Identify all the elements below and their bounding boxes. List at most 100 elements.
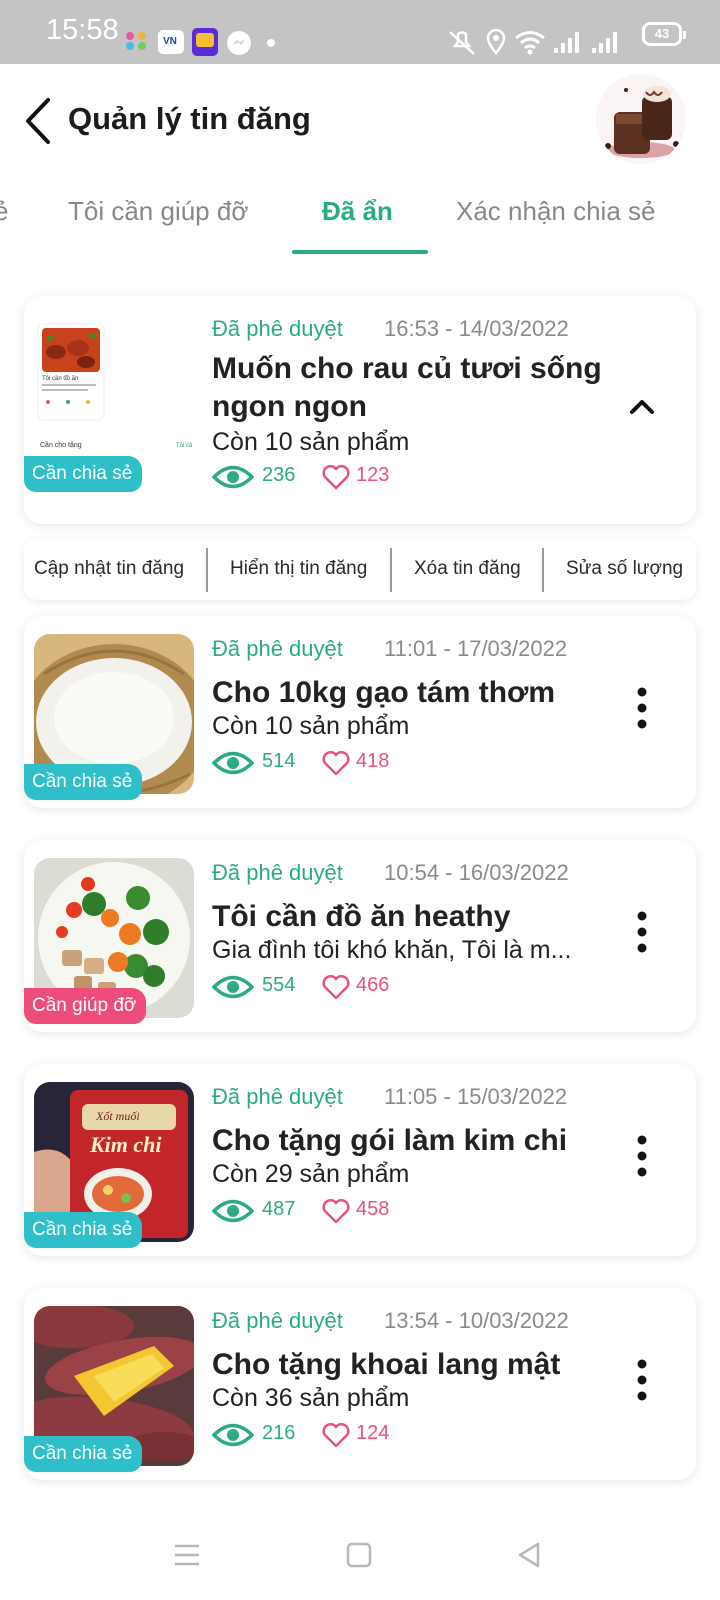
post-card[interactable]: Cần chia sẻ Đã phê duyệt 11:01 - 17/03/2… [24,616,696,808]
chevron-left-icon [26,98,50,144]
more-options-button[interactable] [624,1130,660,1182]
post-badge: Cần chia sẻ [24,1212,142,1248]
vn-app-icon: VN [158,30,184,54]
tab-hidden[interactable]: Đã ẩn [322,196,393,227]
eye-icon [212,751,254,775]
more-options-button[interactable] [624,1354,660,1406]
post-status: Đã phê duyệt [212,1084,343,1109]
post-card[interactable]: Xốt muối Kim chi Cần chia sẻ Đã phê duyệ… [24,1064,696,1256]
like-count: 466 [356,974,390,996]
like-count: 123 [356,464,390,486]
status-time: 15:58 [46,14,119,46]
post-title: Muốn cho rau củ tươi sống ngon ngon [212,352,602,423]
post-card[interactable]: Cần giúp đỡ Đã phê duyệt 10:54 - 16/03/2… [24,840,696,1032]
post-date: 13:54 - 10/03/2022 [384,1308,569,1333]
post-status: Đã phê duyệt [212,860,343,885]
page-title: Quản lý tin đăng [68,101,311,136]
eye-icon [212,1199,254,1223]
post-title: Cho 10kg gạo tám thơm [212,676,556,709]
post-date: 16:53 - 14/03/2022 [384,316,569,341]
chocolate-drink-avatar [596,74,686,164]
signal-icon [554,32,579,53]
recent-apps-icon[interactable] [172,1540,202,1570]
divider [390,548,392,592]
post-title: Cho tặng gói làm kim chi [212,1124,568,1157]
active-tab-indicator [292,250,428,254]
dot-icon [267,39,275,47]
post-status: Đã phê duyệt [212,316,343,341]
view-count: 487 [262,1198,296,1220]
more-vertical-icon [637,687,647,729]
wifi-icon [515,31,545,55]
post-screenshot-image: Tôi cần đồ ăn Cần cho tặng Tôi cả [34,314,194,474]
tab-need-help[interactable]: Tôi cần giúp đỡ [68,196,248,227]
avatar[interactable] [596,74,686,164]
more-vertical-icon [637,911,647,953]
view-count: 514 [262,750,296,772]
tab-confirm-share[interactable]: Xác nhận chia sẻ [456,196,655,227]
post-subtitle: Còn 10 sản phẩm [212,428,410,456]
post-subtitle: Còn 36 sản phẩm [212,1384,410,1412]
svg-text:VN: VN [163,36,177,47]
more-options-button[interactable] [624,682,660,734]
eye-icon [212,975,254,999]
post-action-bar: Cập nhật tin đăng Hiển thị tin đăng Xóa … [24,538,696,600]
post-subtitle: Còn 29 sản phẩm [212,1160,410,1188]
thumb-text: Tôi cần đồ ăn [42,376,78,382]
app-header: Quản lý tin đăng [0,64,720,184]
chevron-up-icon [630,400,654,414]
tab-partial[interactable]: ẻ [0,196,8,227]
like-count: 418 [356,750,390,772]
thumb-text: Kim chi [89,1132,162,1157]
tv-app-icon [192,28,218,56]
post-badge: Cần chia sẻ [24,764,142,800]
post-subtitle: Còn 10 sản phẩm [212,712,410,740]
edit-quantity-button[interactable]: Sửa số lượng [566,538,683,600]
more-vertical-icon [637,1359,647,1401]
post-title: Tôi cần đồ ăn heathy [212,900,511,933]
eye-icon [212,1423,254,1447]
view-count: 216 [262,1422,296,1444]
post-title: Cho tặng khoai lang mật [212,1348,561,1381]
heart-icon [322,1422,350,1448]
post-badge: Cần chia sẻ [24,1436,142,1472]
delete-post-button[interactable]: Xóa tin đăng [414,538,521,600]
battery-level: 43 [654,26,670,41]
view-count: 554 [262,974,296,996]
eye-icon [212,465,254,489]
app-notification-icon [126,32,146,50]
tab-bar: ẻ Tôi cần giúp đỡ Đã ẩn Xác nhận chia sẻ [0,184,720,256]
heart-icon [322,974,350,1000]
divider [542,548,544,592]
location-icon [486,28,506,55]
status-bar: 15:58 VN 43 [0,0,720,64]
post-card[interactable]: Tôi cần đồ ăn Cần cho tặng Tôi cả Cần ch… [24,296,696,524]
collapse-button[interactable] [622,392,662,422]
heart-icon [322,464,350,490]
post-badge: Cần chia sẻ [24,456,142,492]
post-badge: Cần giúp đỡ [24,988,146,1024]
post-card[interactable]: Cần chia sẻ Đã phê duyệt 13:54 - 10/03/2… [24,1288,696,1480]
view-count: 236 [262,464,296,486]
signal-icon [592,32,617,53]
thumb-text: Xốt muối [95,1109,140,1123]
post-status: Đã phê duyệt [212,1308,343,1333]
post-subtitle: Gia đình tôi khó khăn, Tôi là m... [212,936,572,964]
back-button[interactable] [20,94,60,148]
post-date: 10:54 - 16/03/2022 [384,860,569,885]
system-nav-bar [0,1512,720,1600]
more-options-button[interactable] [624,906,660,958]
back-triangle-icon[interactable] [514,1540,544,1570]
update-post-button[interactable]: Cập nhật tin đăng [34,538,184,600]
like-count: 124 [356,1422,390,1444]
like-count: 458 [356,1198,390,1220]
more-vertical-icon [637,1135,647,1177]
heart-icon [322,750,350,776]
thumb-text: Cần cho tặng [40,440,82,449]
heart-icon [322,1198,350,1224]
show-post-button[interactable]: Hiển thị tin đăng [230,538,367,600]
battery-indicator: 43 [642,22,686,46]
home-icon[interactable] [344,1540,374,1570]
messenger-icon [227,31,251,55]
post-date: 11:05 - 15/03/2022 [384,1084,568,1109]
